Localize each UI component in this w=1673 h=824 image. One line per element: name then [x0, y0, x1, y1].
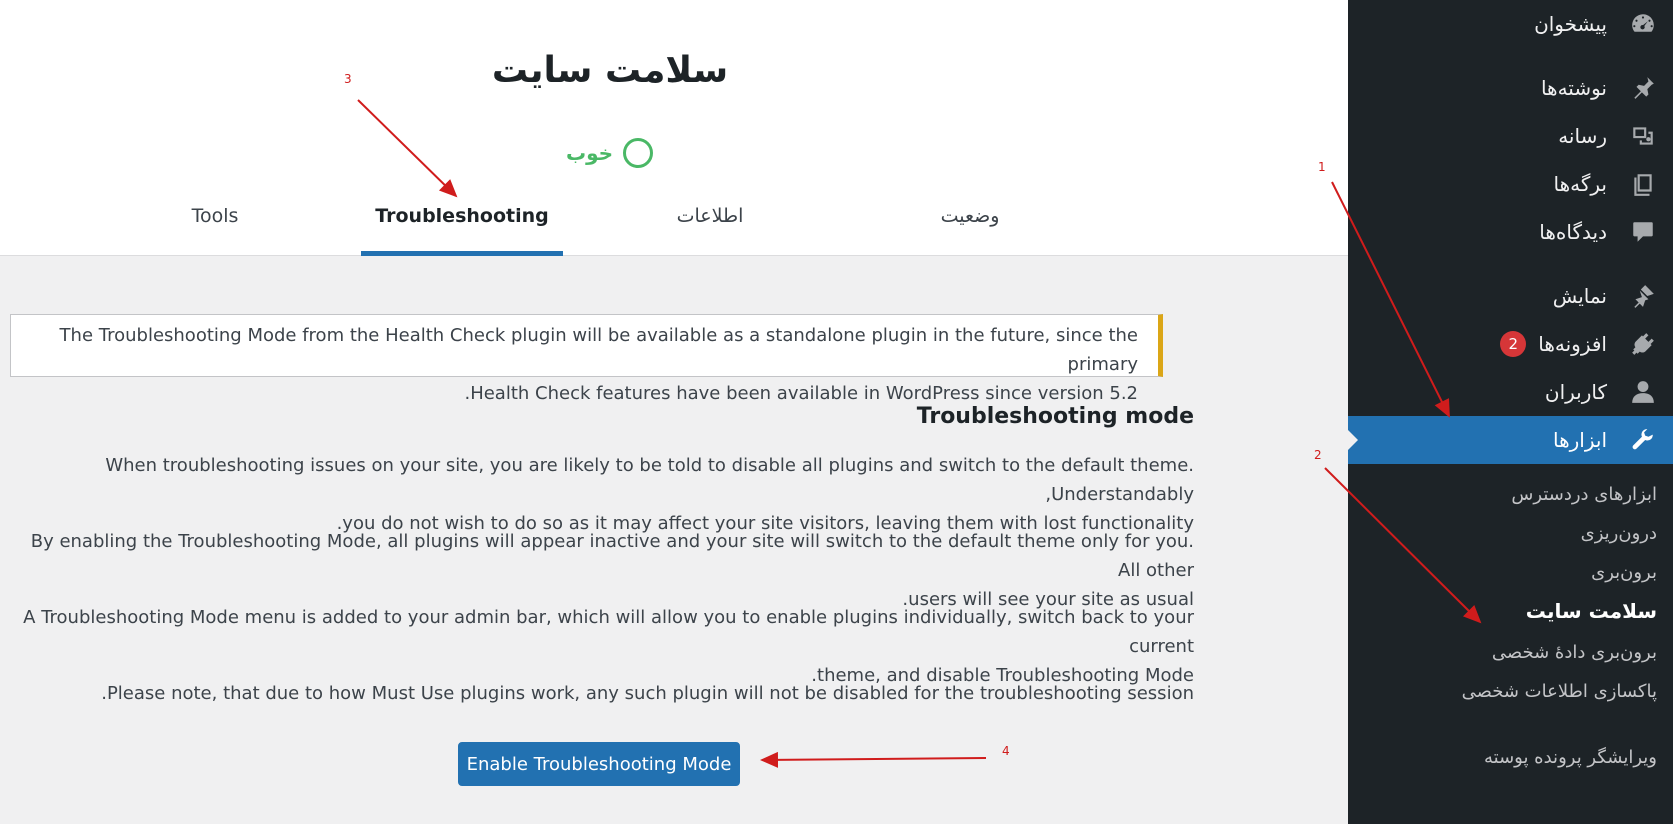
annotation-3: 3: [344, 72, 352, 86]
appearance-icon: [1629, 282, 1657, 310]
sidebar-item-comments[interactable]: دیدگاه‌ها: [1348, 208, 1673, 256]
sidebar-item-appearance[interactable]: نمایش: [1348, 272, 1673, 320]
media-icon: [1629, 122, 1657, 150]
status-label: خوب: [566, 141, 614, 165]
sidebar-item-pages[interactable]: برگه‌ها: [1348, 160, 1673, 208]
sidebar-item-label: پیشخوان: [1534, 12, 1607, 36]
wrench-icon: [1629, 426, 1657, 454]
annotation-arrow-4: [760, 751, 987, 768]
sidebar-item-label: رسانه: [1558, 124, 1607, 148]
paragraph-line: A Troubleshooting Mode menu is added to …: [23, 607, 1194, 657]
paragraph: Please note, that due to how Must Use pl…: [14, 679, 1194, 708]
submenu-item-theme-file-editor[interactable]: ویرایشگر پرونده پوسته: [1348, 744, 1673, 772]
active-menu-notch: [1347, 429, 1358, 451]
tab-troubleshooting-label: Troubleshooting: [375, 205, 549, 227]
annotation-4: 4: [1002, 744, 1010, 758]
sidebar-item-label: افزونه‌ها: [1538, 332, 1607, 356]
submenu-item-site-health[interactable]: سلامت سایت: [1348, 597, 1673, 625]
notice-box: The Troubleshooting Mode from the Health…: [10, 314, 1163, 404]
health-status: خوب: [566, 137, 654, 169]
submenu-item-import[interactable]: درون‌ریزی: [1348, 520, 1673, 548]
sidebar-item-posts[interactable]: نوشته‌ها: [1348, 64, 1673, 112]
sidebar-item-label: برگه‌ها: [1553, 172, 1608, 196]
paragraph-line: When troubleshooting issues on your site…: [105, 455, 1194, 505]
comments-icon: [1629, 218, 1657, 246]
plugins-update-badge: 2: [1500, 331, 1527, 357]
tab-info[interactable]: اطلاعات: [600, 196, 820, 256]
tab-troubleshooting[interactable]: Troubleshooting: [361, 196, 563, 256]
submenu-item-export-personal-data[interactable]: برون‌بری دادهٔ شخصی: [1348, 639, 1673, 667]
paragraph-line: Please note, that due to how Must Use pl…: [101, 683, 1194, 704]
sidebar-item-media[interactable]: رسانه: [1348, 112, 1673, 160]
sidebar-item-label: دیدگاه‌ها: [1539, 220, 1607, 244]
annotation-1: 1: [1318, 160, 1326, 174]
admin-sidebar: پیشخوان نوشته‌ها رسانه برگه‌ها دیدگاه‌ها…: [1347, 0, 1673, 824]
sidebar-item-label: ابزارها: [1552, 428, 1607, 452]
page-header: سلامت سایت خوب وضعیت اطلاعات Troubleshoo…: [0, 0, 1348, 256]
submenu-item-erase-personal-data[interactable]: پاکسازی اطلاعات شخصی: [1373, 678, 1673, 706]
sidebar-item-tools[interactable]: ابزارها: [1347, 416, 1673, 464]
sidebar-item-label: نمایش: [1552, 284, 1607, 308]
dashboard-icon: [1629, 10, 1657, 38]
pin-icon: [1629, 74, 1657, 102]
page-title: سلامت سایت: [491, 50, 729, 91]
sidebar-item-label: نوشته‌ها: [1540, 76, 1607, 100]
sidebar-item-label: کاربران: [1544, 380, 1607, 404]
sidebar-item-plugins[interactable]: افزونه‌ها 2: [1348, 320, 1673, 368]
submenu-item-export[interactable]: برون‌بری: [1348, 559, 1673, 587]
app-root: سلامت سایت خوب وضعیت اطلاعات Troubleshoo…: [0, 0, 1673, 824]
plugins-icon: [1629, 330, 1657, 358]
active-tab-indicator: [361, 251, 563, 256]
pages-icon: [1629, 170, 1657, 198]
users-icon: [1629, 378, 1657, 406]
paragraph: A Troubleshooting Mode menu is added to …: [14, 603, 1194, 690]
sidebar-item-dashboard[interactable]: پیشخوان: [1348, 0, 1673, 48]
tab-status[interactable]: وضعیت: [860, 196, 1080, 256]
notice-line-1: The Troubleshooting Mode from the Health…: [59, 325, 1138, 375]
paragraph-line: By enabling the Troubleshooting Mode, al…: [30, 531, 1194, 581]
section-title: Troubleshooting mode: [916, 404, 1194, 429]
paragraph: By enabling the Troubleshooting Mode, al…: [14, 527, 1194, 614]
tab-tools[interactable]: Tools: [140, 196, 290, 256]
enable-troubleshooting-button[interactable]: Enable Troubleshooting Mode: [458, 742, 740, 786]
status-circle-icon: [623, 138, 654, 168]
paragraph: When troubleshooting issues on your site…: [14, 451, 1194, 538]
annotation-2: 2: [1314, 448, 1322, 462]
submenu-item-available-tools[interactable]: ابزارهای دردسترس: [1348, 481, 1673, 509]
sidebar-item-users[interactable]: کاربران: [1348, 368, 1673, 416]
